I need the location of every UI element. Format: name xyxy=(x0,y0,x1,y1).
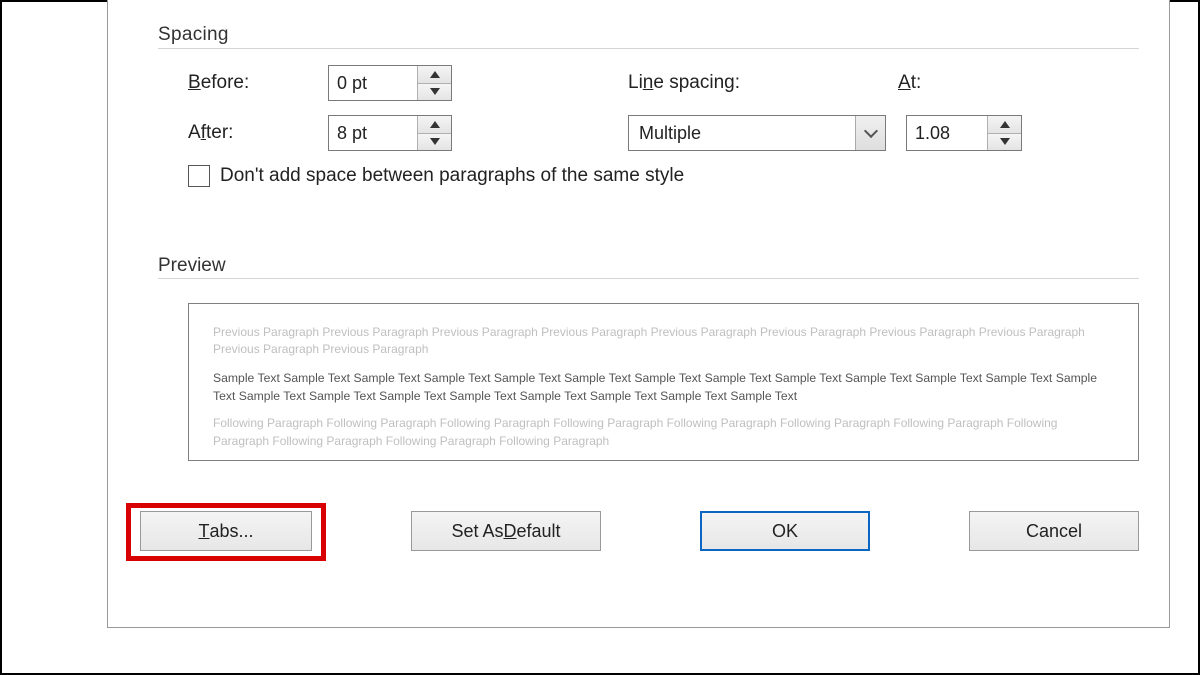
at-spinner[interactable] xyxy=(906,115,1022,151)
same-style-checkbox-label: Don't add space between paragraphs of th… xyxy=(220,165,684,187)
caret-down-icon xyxy=(1000,138,1010,145)
line-spacing-dropdown[interactable]: Multiple xyxy=(628,115,886,151)
at-input[interactable] xyxy=(907,116,987,150)
caret-up-icon xyxy=(1000,121,1010,128)
after-spinner[interactable] xyxy=(328,115,452,151)
cancel-button[interactable]: Cancel xyxy=(969,511,1139,551)
after-label: After: xyxy=(188,122,328,144)
before-spinner[interactable] xyxy=(328,65,452,101)
preview-previous-text: Previous Paragraph Previous Paragraph Pr… xyxy=(213,324,1114,359)
dropdown-button[interactable] xyxy=(855,116,885,150)
at-spin-up[interactable] xyxy=(988,116,1021,134)
caret-down-icon xyxy=(430,138,440,145)
window-frame: Spacing Before: Line spacing: At: After: xyxy=(0,0,1200,675)
line-spacing-value: Multiple xyxy=(629,116,855,150)
at-label: At: xyxy=(898,72,958,94)
after-spin-down[interactable] xyxy=(418,134,451,151)
before-input[interactable] xyxy=(329,66,417,100)
preview-section-header: Preview xyxy=(158,255,1139,279)
tabs-button[interactable]: Tabs... xyxy=(140,511,312,551)
before-label: Before: xyxy=(188,72,328,94)
caret-down-icon xyxy=(430,88,440,95)
set-as-default-button[interactable]: Set As Default xyxy=(411,511,601,551)
after-spin-up[interactable] xyxy=(418,116,451,134)
caret-up-icon xyxy=(430,121,440,128)
caret-up-icon xyxy=(430,71,440,78)
spacing-section-header: Spacing xyxy=(158,24,1139,49)
paragraph-dialog: Spacing Before: Line spacing: At: After: xyxy=(107,0,1170,628)
before-spin-down[interactable] xyxy=(418,84,451,101)
ok-button[interactable]: OK xyxy=(700,511,870,551)
tabs-button-highlight: Tabs... xyxy=(134,505,318,557)
preview-following-text: Following Paragraph Following Paragraph … xyxy=(213,415,1114,450)
at-spin-down[interactable] xyxy=(988,134,1021,151)
same-style-checkbox[interactable] xyxy=(188,165,210,187)
line-spacing-label: Line spacing: xyxy=(628,72,898,94)
before-spin-up[interactable] xyxy=(418,66,451,84)
chevron-down-icon xyxy=(863,124,877,138)
after-input[interactable] xyxy=(329,116,417,150)
preview-sample-text: Sample Text Sample Text Sample Text Samp… xyxy=(213,369,1114,406)
preview-box: Previous Paragraph Previous Paragraph Pr… xyxy=(188,303,1139,461)
